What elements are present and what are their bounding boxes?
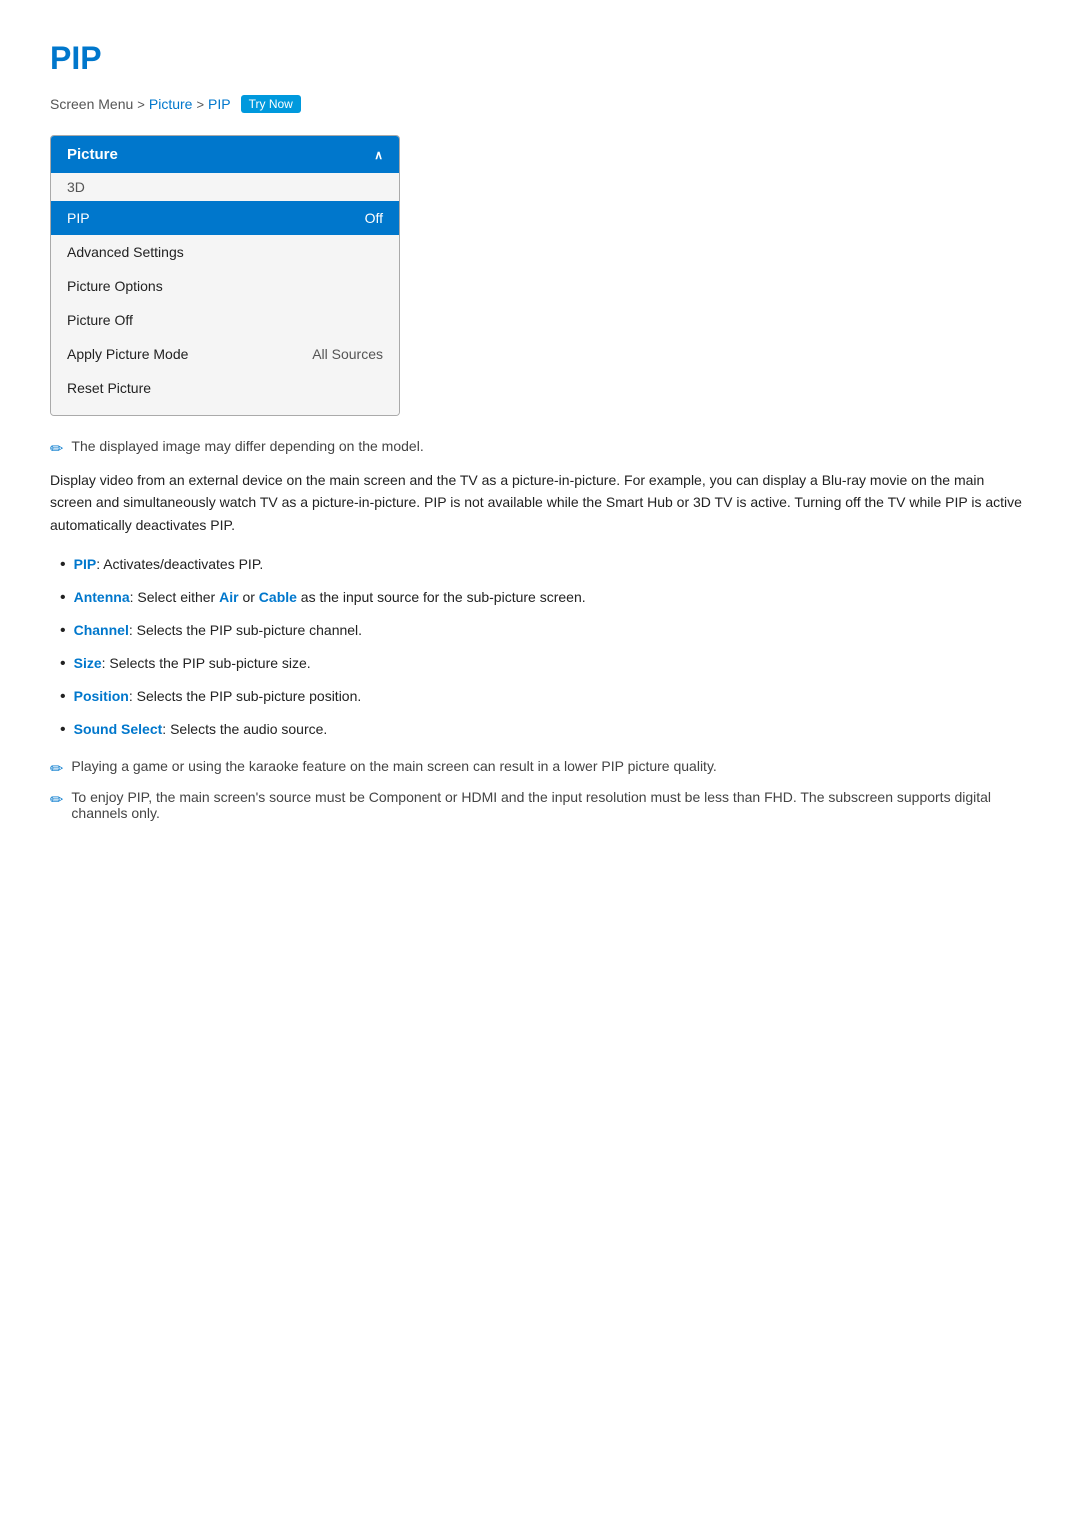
note-line-1: ✏ The displayed image may differ dependi… xyxy=(50,438,1030,459)
list-item-antenna-content: Antenna: Select either Air or Cable as t… xyxy=(74,587,586,608)
list-item-channel-content: Channel: Selects the PIP sub-picture cha… xyxy=(74,620,362,641)
menu-item-apply-picture-mode-value: All Sources xyxy=(312,346,383,362)
term-antenna: Antenna xyxy=(74,589,130,605)
term-pip-rest: : Activates/deactivates PIP. xyxy=(96,556,263,572)
term-antenna-mid2: or xyxy=(239,589,259,605)
list-item-size-content: Size: Selects the PIP sub-picture size. xyxy=(74,653,311,674)
menu-item-picture-options-label: Picture Options xyxy=(67,278,163,294)
note-icon-1: ✏ xyxy=(50,439,63,459)
menu-item-reset-picture[interactable]: Reset Picture xyxy=(51,371,399,405)
menu-item-reset-picture-label: Reset Picture xyxy=(67,380,151,396)
list-item-antenna: Antenna: Select either Air or Cable as t… xyxy=(60,587,1030,610)
menu-header-label: Picture xyxy=(67,146,118,163)
term-antenna-rest: : Select either xyxy=(130,589,220,605)
bullet-list: PIP: Activates/deactivates PIP. Antenna:… xyxy=(50,554,1030,742)
menu-box: Picture ∧ 3D PIP Off Advanced Settings P… xyxy=(50,135,400,416)
note-icon-3: ✏ xyxy=(50,790,63,810)
term-air: Air xyxy=(219,589,238,605)
menu-item-3d[interactable]: 3D xyxy=(51,173,399,201)
term-pip: PIP xyxy=(74,556,97,572)
list-item-sound-select-content: Sound Select: Selects the audio source. xyxy=(74,719,328,740)
breadcrumb-sep2: > xyxy=(196,97,204,112)
menu-item-picture-options[interactable]: Picture Options xyxy=(51,269,399,303)
note-line-2: ✏ Playing a game or using the karaoke fe… xyxy=(50,758,1030,779)
list-item-size: Size: Selects the PIP sub-picture size. xyxy=(60,653,1030,676)
term-sound-select: Sound Select xyxy=(74,721,163,737)
try-now-badge[interactable]: Try Now xyxy=(241,95,301,113)
term-channel-rest: : Selects the PIP sub-picture channel. xyxy=(129,622,362,638)
note-line-3: ✏ To enjoy PIP, the main screen's source… xyxy=(50,789,1030,821)
list-item-position-content: Position: Selects the PIP sub-picture po… xyxy=(74,686,362,707)
menu-item-apply-picture-mode[interactable]: Apply Picture Mode All Sources xyxy=(51,337,399,371)
menu-item-picture-off-label: Picture Off xyxy=(67,312,133,328)
list-item-channel: Channel: Selects the PIP sub-picture cha… xyxy=(60,620,1030,643)
list-item-pip-content: PIP: Activates/deactivates PIP. xyxy=(74,554,264,575)
menu-item-picture-off[interactable]: Picture Off xyxy=(51,303,399,337)
list-item-pip: PIP: Activates/deactivates PIP. xyxy=(60,554,1030,577)
menu-header-caret: ∧ xyxy=(374,148,383,162)
list-item-position: Position: Selects the PIP sub-picture po… xyxy=(60,686,1030,709)
term-cable: Cable xyxy=(259,589,297,605)
menu-item-pip[interactable]: PIP Off xyxy=(51,201,399,235)
menu-item-apply-picture-mode-label: Apply Picture Mode xyxy=(67,346,188,362)
note-text-2: Playing a game or using the karaoke feat… xyxy=(71,758,716,774)
term-position: Position xyxy=(74,688,129,704)
breadcrumb-sep1: > xyxy=(137,97,145,112)
note-text-1: The displayed image may differ depending… xyxy=(71,438,423,454)
menu-header: Picture ∧ xyxy=(51,136,399,173)
page-title: PIP xyxy=(50,40,1030,77)
breadcrumb-picture-link[interactable]: Picture xyxy=(149,96,193,112)
breadcrumb-screen-menu: Screen Menu xyxy=(50,96,133,112)
menu-item-pip-value: Off xyxy=(365,210,383,226)
term-channel: Channel xyxy=(74,622,129,638)
menu-item-pip-label: PIP xyxy=(67,210,90,226)
menu-item-advanced-settings[interactable]: Advanced Settings xyxy=(51,235,399,269)
term-sound-select-rest: : Selects the audio source. xyxy=(162,721,327,737)
note-icon-2: ✏ xyxy=(50,759,63,779)
term-position-rest: : Selects the PIP sub-picture position. xyxy=(129,688,361,704)
term-size: Size xyxy=(74,655,102,671)
term-size-rest: : Selects the PIP sub-picture size. xyxy=(102,655,311,671)
menu-item-advanced-settings-label: Advanced Settings xyxy=(67,244,184,260)
term-antenna-mid4: as the input source for the sub-picture … xyxy=(297,589,586,605)
breadcrumb: Screen Menu > Picture > PIP Try Now xyxy=(50,95,1030,113)
note-text-3: To enjoy PIP, the main screen's source m… xyxy=(71,789,1030,821)
breadcrumb-pip-link[interactable]: PIP xyxy=(208,96,231,112)
menu-footer xyxy=(51,405,399,415)
list-item-sound-select: Sound Select: Selects the audio source. xyxy=(60,719,1030,742)
body-paragraph: Display video from an external device on… xyxy=(50,469,1030,536)
